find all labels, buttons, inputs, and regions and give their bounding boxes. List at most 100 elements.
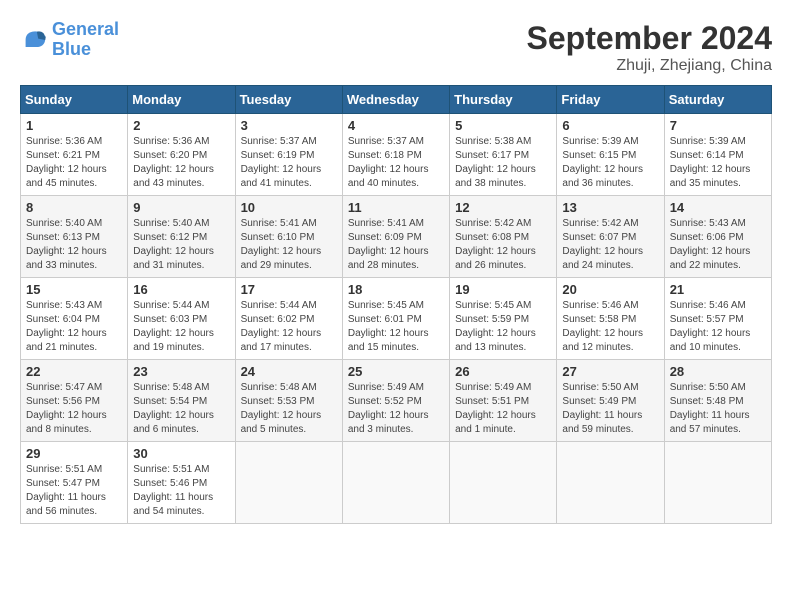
day-number: 13	[562, 200, 658, 215]
day-info: Sunrise: 5:41 AM Sunset: 6:10 PM Dayligh…	[241, 217, 337, 273]
day-number: 16	[133, 282, 229, 297]
day-info: Sunrise: 5:43 AM Sunset: 6:06 PM Dayligh…	[670, 217, 766, 273]
day-info: Sunrise: 5:47 AM Sunset: 5:56 PM Dayligh…	[26, 381, 122, 437]
weekday-header-friday: Friday	[557, 86, 664, 114]
day-number: 20	[562, 282, 658, 297]
calendar-cell: 12 Sunrise: 5:42 AM Sunset: 6:08 PM Dayli…	[450, 196, 557, 278]
day-info: Sunrise: 5:41 AM Sunset: 6:09 PM Dayligh…	[348, 217, 444, 273]
calendar-cell: 21 Sunrise: 5:46 AM Sunset: 5:57 PM Dayli…	[664, 278, 771, 360]
calendar-week-2: 8 Sunrise: 5:40 AM Sunset: 6:13 PM Daylig…	[21, 196, 772, 278]
weekday-header-sunday: Sunday	[21, 86, 128, 114]
calendar-cell: 24 Sunrise: 5:48 AM Sunset: 5:53 PM Dayli…	[235, 360, 342, 442]
day-number: 26	[455, 364, 551, 379]
day-info: Sunrise: 5:46 AM Sunset: 5:57 PM Dayligh…	[670, 299, 766, 355]
day-info: Sunrise: 5:37 AM Sunset: 6:18 PM Dayligh…	[348, 135, 444, 191]
day-number: 21	[670, 282, 766, 297]
day-number: 9	[133, 200, 229, 215]
day-info: Sunrise: 5:45 AM Sunset: 5:59 PM Dayligh…	[455, 299, 551, 355]
calendar-cell: 7 Sunrise: 5:39 AM Sunset: 6:14 PM Daylig…	[664, 114, 771, 196]
calendar-cell: 22 Sunrise: 5:47 AM Sunset: 5:56 PM Dayli…	[21, 360, 128, 442]
day-number: 10	[241, 200, 337, 215]
day-info: Sunrise: 5:40 AM Sunset: 6:12 PM Dayligh…	[133, 217, 229, 273]
day-info: Sunrise: 5:44 AM Sunset: 6:02 PM Dayligh…	[241, 299, 337, 355]
month-title: September 2024	[527, 20, 772, 57]
day-info: Sunrise: 5:44 AM Sunset: 6:03 PM Dayligh…	[133, 299, 229, 355]
logo: General Blue	[20, 20, 119, 60]
day-number: 5	[455, 118, 551, 133]
day-info: Sunrise: 5:50 AM Sunset: 5:48 PM Dayligh…	[670, 381, 766, 437]
calendar-week-1: 1 Sunrise: 5:36 AM Sunset: 6:21 PM Daylig…	[21, 114, 772, 196]
day-number: 29	[26, 446, 122, 461]
calendar-cell: 23Sunrise: 5:48 AM Sunset: 5:54 PM Dayli…	[128, 360, 235, 442]
calendar-cell: 25Sunrise: 5:49 AM Sunset: 5:52 PM Dayli…	[342, 360, 449, 442]
logo-icon	[20, 26, 48, 54]
calendar-table: SundayMondayTuesdayWednesdayThursdayFrid…	[20, 85, 772, 524]
logo-line1: General	[52, 20, 119, 40]
day-number: 4	[348, 118, 444, 133]
day-number: 2	[133, 118, 229, 133]
day-info: Sunrise: 5:42 AM Sunset: 6:08 PM Dayligh…	[455, 217, 551, 273]
day-info: Sunrise: 5:37 AM Sunset: 6:19 PM Dayligh…	[241, 135, 337, 191]
calendar-cell: 29Sunrise: 5:51 AM Sunset: 5:47 PM Dayli…	[21, 442, 128, 524]
day-number: 12	[455, 200, 551, 215]
day-number: 6	[562, 118, 658, 133]
calendar-cell: 8 Sunrise: 5:40 AM Sunset: 6:13 PM Daylig…	[21, 196, 128, 278]
calendar-cell	[557, 442, 664, 524]
day-info: Sunrise: 5:42 AM Sunset: 6:07 PM Dayligh…	[562, 217, 658, 273]
day-number: 19	[455, 282, 551, 297]
location: Zhuji, Zhejiang, China	[527, 57, 772, 75]
weekday-header-saturday: Saturday	[664, 86, 771, 114]
weekday-header-wednesday: Wednesday	[342, 86, 449, 114]
day-info: Sunrise: 5:36 AM Sunset: 6:20 PM Dayligh…	[133, 135, 229, 191]
calendar-cell: 9 Sunrise: 5:40 AM Sunset: 6:12 PM Daylig…	[128, 196, 235, 278]
calendar-cell: 2 Sunrise: 5:36 AM Sunset: 6:20 PM Daylig…	[128, 114, 235, 196]
calendar-cell: 16 Sunrise: 5:44 AM Sunset: 6:03 PM Dayli…	[128, 278, 235, 360]
day-info: Sunrise: 5:39 AM Sunset: 6:14 PM Dayligh…	[670, 135, 766, 191]
calendar-cell: 27 Sunrise: 5:50 AM Sunset: 5:49 PM Dayli…	[557, 360, 664, 442]
day-number: 1	[26, 118, 122, 133]
day-number: 11	[348, 200, 444, 215]
weekday-header-thursday: Thursday	[450, 86, 557, 114]
calendar-cell	[342, 442, 449, 524]
day-info: Sunrise: 5:45 AM Sunset: 6:01 PM Dayligh…	[348, 299, 444, 355]
calendar-header-row: SundayMondayTuesdayWednesdayThursdayFrid…	[21, 86, 772, 114]
calendar-cell: 19 Sunrise: 5:45 AM Sunset: 5:59 PM Dayli…	[450, 278, 557, 360]
day-info: Sunrise: 5:48 AM Sunset: 5:53 PM Dayligh…	[241, 381, 337, 437]
logo-line2: Blue	[52, 40, 119, 60]
calendar-cell: 15Sunrise: 5:43 AM Sunset: 6:04 PM Dayli…	[21, 278, 128, 360]
day-info: Sunrise: 5:50 AM Sunset: 5:49 PM Dayligh…	[562, 381, 658, 437]
calendar-week-3: 15Sunrise: 5:43 AM Sunset: 6:04 PM Dayli…	[21, 278, 772, 360]
calendar-cell	[235, 442, 342, 524]
day-info: Sunrise: 5:40 AM Sunset: 6:13 PM Dayligh…	[26, 217, 122, 273]
calendar-cell: 6 Sunrise: 5:39 AM Sunset: 6:15 PM Daylig…	[557, 114, 664, 196]
day-info: Sunrise: 5:39 AM Sunset: 6:15 PM Dayligh…	[562, 135, 658, 191]
day-number: 22	[26, 364, 122, 379]
day-number: 3	[241, 118, 337, 133]
calendar-cell: 30Sunrise: 5:51 AM Sunset: 5:46 PM Dayli…	[128, 442, 235, 524]
calendar-cell: 3 Sunrise: 5:37 AM Sunset: 6:19 PM Daylig…	[235, 114, 342, 196]
day-info: Sunrise: 5:48 AM Sunset: 5:54 PM Dayligh…	[133, 381, 229, 437]
calendar-cell: 1 Sunrise: 5:36 AM Sunset: 6:21 PM Daylig…	[21, 114, 128, 196]
day-number: 30	[133, 446, 229, 461]
calendar-week-4: 22 Sunrise: 5:47 AM Sunset: 5:56 PM Dayli…	[21, 360, 772, 442]
weekday-header-tuesday: Tuesday	[235, 86, 342, 114]
day-number: 8	[26, 200, 122, 215]
day-number: 15	[26, 282, 122, 297]
day-info: Sunrise: 5:36 AM Sunset: 6:21 PM Dayligh…	[26, 135, 122, 191]
calendar-week-5: 29Sunrise: 5:51 AM Sunset: 5:47 PM Dayli…	[21, 442, 772, 524]
calendar-cell: 26Sunrise: 5:49 AM Sunset: 5:51 PM Dayli…	[450, 360, 557, 442]
calendar-cell: 5Sunrise: 5:38 AM Sunset: 6:17 PM Daylig…	[450, 114, 557, 196]
weekday-header-monday: Monday	[128, 86, 235, 114]
day-number: 7	[670, 118, 766, 133]
day-number: 27	[562, 364, 658, 379]
calendar-cell: 11 Sunrise: 5:41 AM Sunset: 6:09 PM Dayli…	[342, 196, 449, 278]
calendar-cell: 4 Sunrise: 5:37 AM Sunset: 6:18 PM Daylig…	[342, 114, 449, 196]
calendar-cell: 28 Sunrise: 5:50 AM Sunset: 5:48 PM Dayli…	[664, 360, 771, 442]
day-info: Sunrise: 5:49 AM Sunset: 5:52 PM Dayligh…	[348, 381, 444, 437]
page-header: General Blue September 2024 Zhuji, Zheji…	[20, 20, 772, 75]
day-info: Sunrise: 5:46 AM Sunset: 5:58 PM Dayligh…	[562, 299, 658, 355]
calendar-cell	[664, 442, 771, 524]
day-number: 24	[241, 364, 337, 379]
day-number: 28	[670, 364, 766, 379]
day-number: 14	[670, 200, 766, 215]
